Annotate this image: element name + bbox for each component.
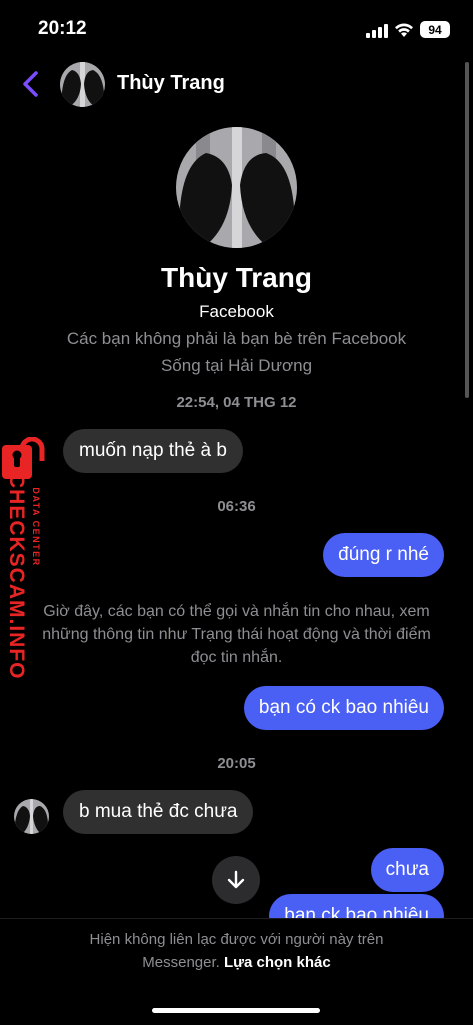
profile-location: Sống tại Hải Dương xyxy=(160,356,313,375)
footer-notice-suffix: Messenger. xyxy=(142,954,220,971)
battery-indicator: 94 xyxy=(420,21,450,38)
footer-notice-line2: Messenger. Lựa chọn khác xyxy=(0,954,473,971)
watermark-brand: CHECKSCAM.INFO xyxy=(5,473,28,680)
system-notice-line: Giờ đây, các bạn có thể gọi và nhắn tin … xyxy=(43,603,430,620)
outgoing-message[interactable]: chưa xyxy=(370,848,444,892)
profile-avatar xyxy=(176,127,297,248)
chevron-left-icon[interactable] xyxy=(20,70,42,98)
timestamp: 06:36 xyxy=(217,498,256,515)
profile-relation: Các bạn không phải là bạn bè trên Facebo… xyxy=(66,329,407,348)
footer-notice: Hiện không liên lạc được với người này t… xyxy=(89,931,384,948)
incoming-message[interactable]: muốn nạp thẻ à b xyxy=(63,429,243,473)
outgoing-message[interactable]: đúng r nhé xyxy=(323,533,444,577)
incoming-message[interactable]: b mua thẻ đc chưa xyxy=(63,790,254,834)
header-contact-name[interactable]: Thùy Trang xyxy=(117,72,225,95)
profile-name: Thùy Trang xyxy=(161,262,312,293)
system-notice-line: những thông tin như Trạng thái hoạt động… xyxy=(42,626,431,643)
status-time: 20:12 xyxy=(38,18,87,39)
profile-source: Facebook xyxy=(199,302,274,321)
wifi-icon xyxy=(395,23,413,37)
system-notice-line: đọc tin nhắn. xyxy=(190,649,283,666)
other-options-link[interactable]: Lựa chọn khác xyxy=(224,954,331,971)
outgoing-message[interactable]: bạn có ck bao nhiêu xyxy=(243,686,444,730)
signal-icon xyxy=(366,24,388,38)
arrow-down-icon xyxy=(227,870,245,889)
watermark-tag: DATA CENTER xyxy=(31,487,41,567)
timestamp: 20:05 xyxy=(217,755,256,772)
home-indicator xyxy=(152,1008,320,1013)
system-notice: Giờ đây, các bạn có thể gọi và nhắn tin … xyxy=(20,600,453,669)
scroll-down-button[interactable] xyxy=(212,856,260,904)
header-avatar[interactable] xyxy=(60,62,105,107)
message-avatar[interactable] xyxy=(14,799,49,834)
timestamp: 22:54, 04 THG 12 xyxy=(176,394,297,411)
